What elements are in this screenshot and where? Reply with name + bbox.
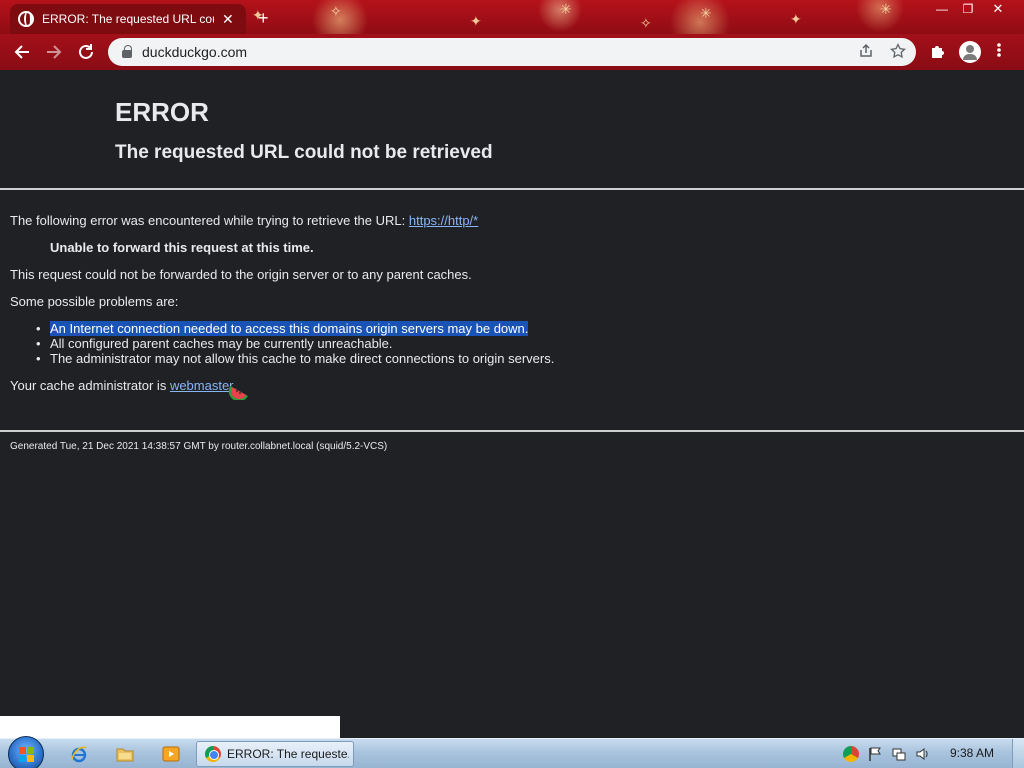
menu-kebab-icon[interactable] bbox=[996, 41, 1002, 66]
sparkle-decoration: ✧ bbox=[640, 15, 652, 31]
problem-item: An Internet connection needed to access … bbox=[36, 321, 554, 336]
action-center-flag-icon[interactable] bbox=[867, 746, 883, 762]
browser-toolbar: duckduckgo.com bbox=[0, 34, 1024, 70]
start-button[interactable] bbox=[8, 736, 44, 768]
reload-icon[interactable] bbox=[75, 41, 97, 63]
webmaster-link[interactable]: webmaster bbox=[170, 378, 233, 393]
minimize-button[interactable]: — bbox=[928, 2, 956, 18]
tab-close-icon[interactable]: ✕ bbox=[222, 11, 234, 28]
sparkle-decoration: ✳ bbox=[560, 1, 572, 17]
maximize-button[interactable]: ❐ bbox=[954, 2, 982, 18]
error-heading: ERROR bbox=[115, 97, 209, 127]
lock-icon[interactable] bbox=[122, 45, 132, 58]
watermelon-cursor-icon bbox=[228, 386, 248, 400]
sparkle-decoration: ✦ bbox=[790, 11, 802, 27]
error-reason: Unable to forward this request at this t… bbox=[50, 240, 314, 255]
selected-text: An Internet connection needed to access … bbox=[50, 321, 529, 336]
system-clock[interactable]: 9:38 AM bbox=[950, 746, 994, 760]
requested-url-link[interactable]: https://http/* bbox=[409, 213, 478, 228]
problem-item: All configured parent caches may be curr… bbox=[36, 336, 554, 351]
problem-item: The administrator may not allow this cac… bbox=[36, 351, 554, 366]
window-close-button[interactable]: ✕ bbox=[984, 2, 1012, 18]
admin-text: Your cache administrator is bbox=[10, 378, 170, 393]
bookmark-star-icon[interactable] bbox=[890, 42, 906, 63]
problems-intro: Some possible problems are: bbox=[10, 294, 179, 309]
network-icon[interactable] bbox=[891, 746, 907, 762]
tab-title: ERROR: The requested URL coul bbox=[42, 12, 214, 26]
share-icon[interactable] bbox=[858, 43, 874, 63]
browser-title-bar: ✦ ✧ ✦ ✳ ✧ ✳ ✦ ✳ ERROR: The requested URL… bbox=[0, 0, 1024, 34]
volume-speaker-icon[interactable] bbox=[915, 746, 931, 762]
sparkle-decoration: ✳ bbox=[880, 1, 892, 17]
show-desktop-button[interactable] bbox=[1012, 739, 1024, 768]
tray-chrome-icon[interactable] bbox=[843, 746, 859, 762]
forward-arrow-icon[interactable] bbox=[43, 41, 65, 63]
sparkle-decoration: ✧ bbox=[330, 3, 342, 19]
address-bar[interactable]: duckduckgo.com bbox=[108, 38, 916, 66]
windows-taskbar: ERROR: The requeste... 9:38 AM bbox=[0, 736, 1024, 768]
browser-tab-active[interactable]: ERROR: The requested URL coul ✕ bbox=[10, 4, 246, 34]
taskbar-chrome-window[interactable]: ERROR: The requeste... bbox=[196, 741, 354, 767]
problems-list: An Internet connection needed to access … bbox=[36, 321, 554, 366]
new-tab-button[interactable]: + bbox=[258, 8, 269, 29]
back-arrow-icon[interactable] bbox=[11, 41, 33, 63]
extensions-puzzle-icon[interactable] bbox=[929, 42, 947, 65]
admin-contact: Your cache administrator is webmaster. bbox=[10, 378, 236, 393]
internet-explorer-icon[interactable] bbox=[70, 745, 88, 763]
divider-bottom bbox=[0, 430, 1024, 432]
file-explorer-folder-icon[interactable] bbox=[116, 745, 134, 763]
generated-footer: Generated Tue, 21 Dec 2021 14:38:57 GMT … bbox=[10, 441, 388, 452]
error-intro: The following error was encountered whil… bbox=[10, 213, 478, 228]
media-player-icon[interactable] bbox=[162, 745, 180, 763]
address-url[interactable]: duckduckgo.com bbox=[142, 44, 247, 60]
windows-logo-icon bbox=[19, 747, 35, 763]
forward-explanation: This request could not be forwarded to t… bbox=[10, 267, 472, 282]
taskbar-window-label: ERROR: The requeste... bbox=[227, 747, 349, 761]
sparkle-decoration: ✦ bbox=[470, 13, 482, 29]
globe-icon bbox=[18, 11, 34, 27]
page-content: ERROR The requested URL could not be ret… bbox=[0, 70, 1024, 738]
chrome-icon bbox=[205, 746, 221, 762]
error-subheading: The requested URL could not be retrieved bbox=[115, 142, 493, 163]
error-intro-text: The following error was encountered whil… bbox=[10, 213, 409, 228]
white-overlay-strip bbox=[0, 716, 340, 738]
profile-avatar-icon[interactable] bbox=[959, 41, 981, 63]
divider-top bbox=[0, 188, 1024, 190]
sparkle-decoration: ✳ bbox=[700, 5, 712, 21]
